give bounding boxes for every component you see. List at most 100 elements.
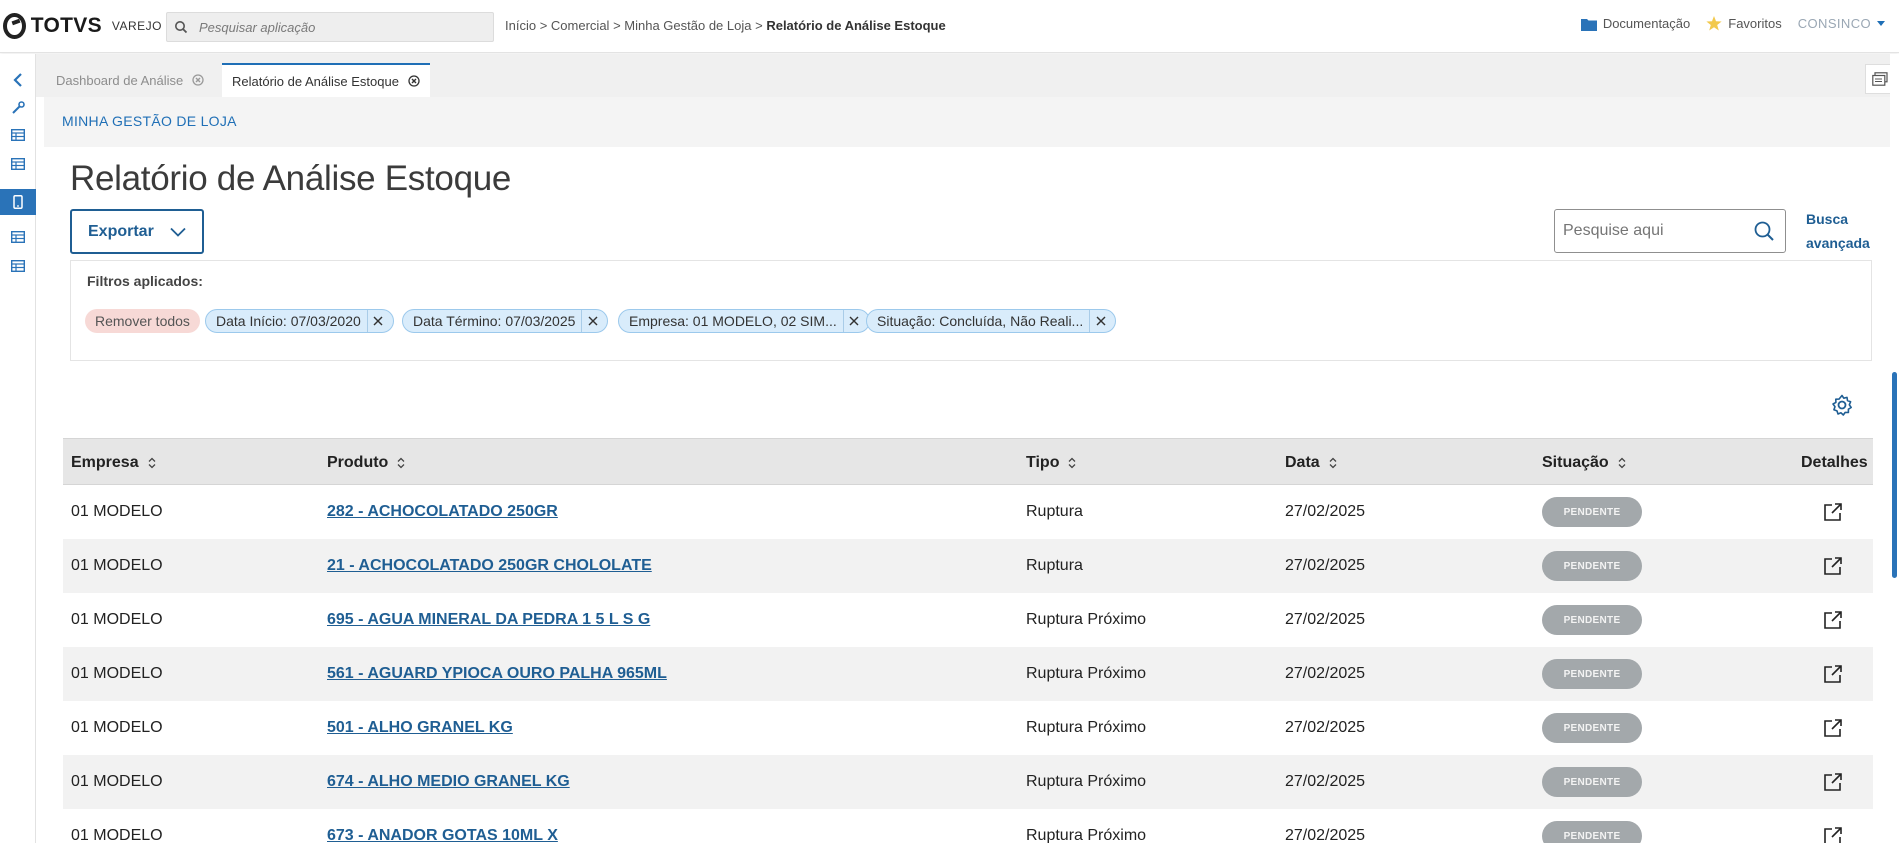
table-row: 01 MODELO 673 - ANADOR GOTAS 10ML X Rupt… xyxy=(63,809,1873,843)
sort-icon[interactable] xyxy=(1329,457,1337,469)
table-row: 01 MODELO 21 - ACHOCOLATADO 250GR CHOLOL… xyxy=(63,539,1873,593)
close-icon[interactable] xyxy=(842,310,865,332)
cell-empresa: 01 MODELO xyxy=(71,773,163,790)
product-link[interactable]: 282 - ACHOCOLATADO 250GR xyxy=(327,503,558,521)
sort-icon[interactable] xyxy=(1068,457,1076,469)
table-settings-gear-icon[interactable] xyxy=(1830,393,1854,417)
cell-detalhes xyxy=(1823,485,1843,539)
mobile-icon[interactable] xyxy=(0,189,36,215)
cell-detalhes xyxy=(1823,539,1843,593)
column-label: Detalhes xyxy=(1801,453,1868,471)
column-label: Situação xyxy=(1542,453,1609,471)
external-link-icon[interactable] xyxy=(1823,502,1843,522)
cell-tipo: Ruptura Próximo xyxy=(1026,827,1147,843)
cell-situacao: PENDENTE xyxy=(1542,755,1642,809)
user-menu[interactable]: CONSINCO xyxy=(1798,16,1885,31)
table-row: 01 MODELO 561 - AGUARD YPIOCA OURO PALHA… xyxy=(63,647,1873,701)
close-icon[interactable] xyxy=(408,75,420,87)
external-link-icon[interactable] xyxy=(1823,610,1843,630)
favorites-link[interactable]: Favoritos xyxy=(1706,16,1782,31)
product-link[interactable]: 673 - ANADOR GOTAS 10ML X xyxy=(327,827,558,843)
cell-empresa: 01 MODELO xyxy=(71,503,163,520)
external-link-icon[interactable] xyxy=(1823,664,1843,684)
chevron-down-icon xyxy=(170,227,186,237)
tab-label: Relatório de Análise Estoque xyxy=(232,73,399,89)
app-search-input[interactable]: Pesquisar aplicação xyxy=(166,12,494,42)
breadcrumb-item-gestao-loja[interactable]: Minha Gestão de Loja xyxy=(624,18,751,33)
external-link-icon[interactable] xyxy=(1823,826,1843,843)
column-header-produto[interactable]: Produto xyxy=(327,439,405,486)
breadcrumb-item-inicio[interactable]: Início xyxy=(505,18,536,33)
cell-detalhes xyxy=(1823,809,1843,843)
collapse-chevron-left-icon[interactable] xyxy=(0,67,36,93)
table-header: Empresa Produto Tipo Data Situação Detal… xyxy=(63,438,1873,485)
column-header-tipo[interactable]: Tipo xyxy=(1026,439,1076,486)
scrollbar-thumb[interactable] xyxy=(1892,372,1897,578)
search-icon[interactable] xyxy=(1753,220,1775,242)
close-icon[interactable] xyxy=(192,74,204,86)
cell-produto: 21 - ACHOCOLATADO 250GR CHOLOLATE xyxy=(327,539,652,593)
tab-dashboard-analise[interactable]: Dashboard de Análise xyxy=(46,63,214,97)
tab-relatorio-analise-estoque[interactable]: Relatório de Análise Estoque xyxy=(222,63,430,97)
column-header-situacao[interactable]: Situação xyxy=(1542,439,1626,486)
left-rail xyxy=(0,54,36,843)
brand-sub: VAREJO xyxy=(111,19,162,33)
column-header-detalhes: Detalhes xyxy=(1801,439,1868,486)
close-icon[interactable] xyxy=(366,310,389,332)
product-link[interactable]: 674 - ALHO MEDIO GRANEL KG xyxy=(327,773,570,791)
status-badge: PENDENTE xyxy=(1542,767,1642,797)
breadcrumb-item-comercial[interactable]: Comercial xyxy=(551,18,610,33)
close-icon[interactable] xyxy=(1089,310,1111,332)
documentation-link[interactable]: Documentação xyxy=(1580,16,1691,31)
filter-chip-label: Situação: Concluída, Não Reali... xyxy=(877,313,1084,329)
advanced-search-link[interactable]: Busca avançada xyxy=(1806,207,1876,255)
sort-icon[interactable] xyxy=(397,457,405,469)
brand[interactable]: TOTVS VAREJO xyxy=(0,13,162,39)
status-badge: PENDENTE xyxy=(1542,821,1642,843)
table-icon[interactable] xyxy=(0,122,36,148)
app-search-placeholder: Pesquisar aplicação xyxy=(199,19,316,35)
export-button[interactable]: Exportar xyxy=(70,209,204,254)
filter-chip-label: Data Início: 07/03/2020 xyxy=(216,313,361,329)
column-header-data[interactable]: Data xyxy=(1285,439,1337,486)
table-icon[interactable] xyxy=(0,253,36,279)
cell-data: 27/02/2025 xyxy=(1285,557,1366,574)
table-icon[interactable] xyxy=(0,224,36,250)
external-link-icon[interactable] xyxy=(1823,556,1843,576)
status-badge: PENDENTE xyxy=(1542,551,1642,581)
breadcrumb-separator: > xyxy=(755,18,763,33)
product-link[interactable]: 21 - ACHOCOLATADO 250GR CHOLOLATE xyxy=(327,557,652,575)
status-badge: PENDENTE xyxy=(1542,659,1642,689)
product-link[interactable]: 561 - AGUARD YPIOCA OURO PALHA 965ML xyxy=(327,665,667,683)
column-header-empresa[interactable]: Empresa xyxy=(71,439,156,486)
vertical-scrollbar[interactable] xyxy=(1890,54,1899,843)
cell-empresa: 01 MODELO xyxy=(71,665,163,682)
cell-detalhes xyxy=(1823,755,1843,809)
status-badge: PENDENTE xyxy=(1542,497,1642,527)
section-title: MINHA GESTÃO DE LOJA xyxy=(62,113,237,129)
table-icon[interactable] xyxy=(0,151,36,177)
caret-down-icon xyxy=(1877,21,1885,26)
top-right-links: Documentação Favoritos CONSINCO xyxy=(1565,16,1885,31)
cell-empresa: 01 MODELO xyxy=(71,557,163,574)
sort-icon[interactable] xyxy=(1618,457,1626,469)
cell-tipo: Ruptura Próximo xyxy=(1026,719,1147,736)
wrench-icon[interactable] xyxy=(0,95,36,121)
remove-all-filters-button[interactable]: Remover todos xyxy=(85,309,200,333)
product-link[interactable]: 695 - AGUA MINERAL DA PEDRA 1 5 L S G xyxy=(327,611,650,629)
sort-icon[interactable] xyxy=(148,457,156,469)
cell-empresa: 01 MODELO xyxy=(71,611,163,628)
external-link-icon[interactable] xyxy=(1823,718,1843,738)
close-icon[interactable] xyxy=(581,310,603,332)
cell-tipo: Ruptura xyxy=(1026,557,1083,574)
product-link[interactable]: 501 - ALHO GRANEL KG xyxy=(327,719,513,737)
cell-tipo: Ruptura Próximo xyxy=(1026,665,1147,682)
tabs-bar: Dashboard de Análise Relatório de Anális… xyxy=(36,54,1899,97)
applied-filters: Filtros aplicados: Remover todos Data In… xyxy=(70,260,1872,361)
filter-chip-label: Data Término: 07/03/2025 xyxy=(413,313,576,329)
totvs-logo-icon xyxy=(3,13,26,39)
external-link-icon[interactable] xyxy=(1823,772,1843,792)
documentation-label: Documentação xyxy=(1602,16,1691,31)
cell-situacao: PENDENTE xyxy=(1542,647,1642,701)
quick-search-input[interactable] xyxy=(1563,222,1743,240)
